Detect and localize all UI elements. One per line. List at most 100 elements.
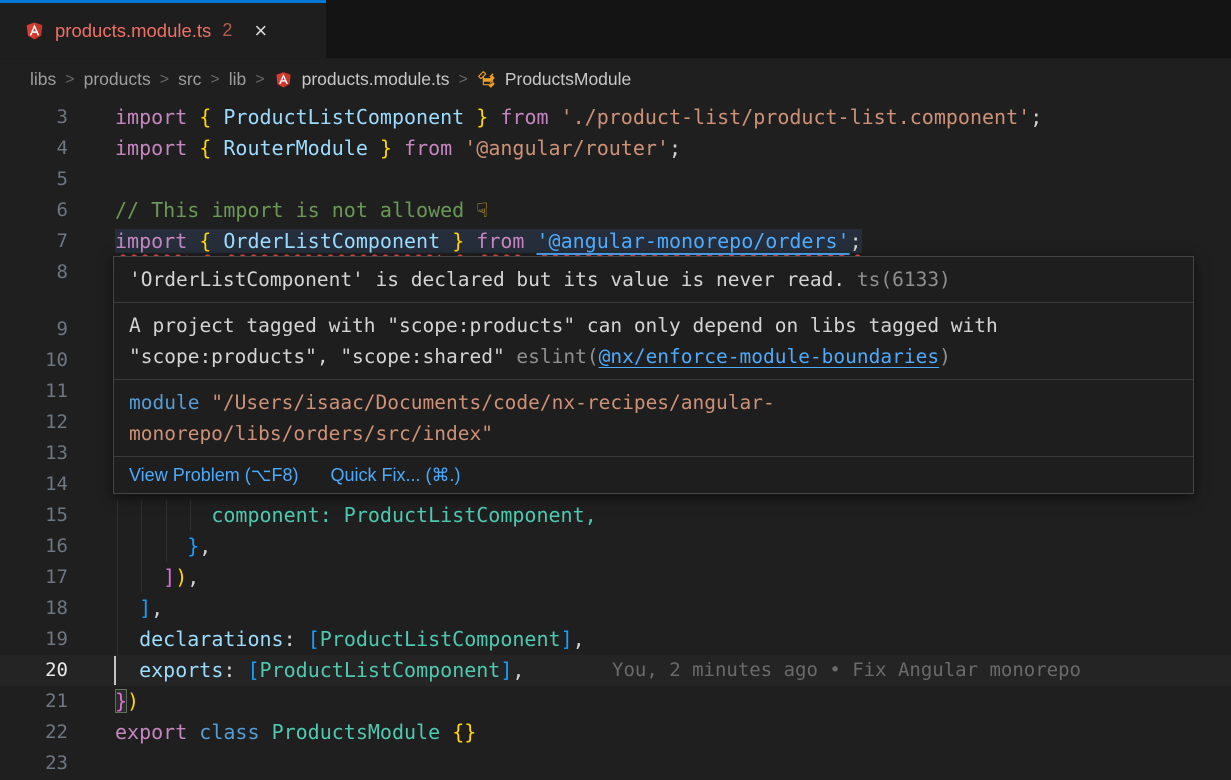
code-token	[368, 136, 380, 160]
code-line-19[interactable]: 19 declarations: [ProductListComponent],	[0, 624, 1231, 655]
code-token: ]	[163, 565, 175, 589]
line-number: 16	[0, 531, 68, 562]
angular-icon	[274, 70, 293, 89]
code-text: import { RouterModule } from '@angular/r…	[115, 133, 681, 164]
breadcrumb-src[interactable]: src	[178, 69, 201, 90]
quick-fix-action[interactable]: Quick Fix... (⌘.)	[330, 460, 460, 490]
code-line-6[interactable]: 6// This import is not allowed ☟	[0, 195, 1231, 226]
chevron-right-icon: >	[65, 71, 74, 89]
code-text: exports: [ProductListComponent],	[115, 655, 524, 686]
code-token: )	[127, 689, 139, 713]
code-line-15[interactable]: 15 component: ProductListComponent,	[0, 500, 1231, 531]
code-text: component: ProductListComponent,	[115, 500, 597, 531]
code-token: import	[115, 136, 187, 160]
chevron-right-icon: >	[255, 71, 264, 89]
code-token: :	[284, 627, 308, 651]
code-token: ☟	[476, 198, 488, 222]
tab-products-module[interactable]: products.module.ts 2 ×	[0, 0, 326, 58]
error-underlined-statement[interactable]: import { OrderListComponent } from '@ang…	[115, 229, 862, 253]
code-text: })	[115, 686, 139, 717]
line-number: 12	[0, 407, 68, 438]
code-line-18[interactable]: 18 ],	[0, 593, 1231, 624]
class-symbol-icon	[477, 70, 496, 89]
code-line-3[interactable]: 3 import { ProductListComponent } from '.…	[0, 102, 1231, 133]
breadcrumb-file[interactable]: products.module.ts	[302, 69, 450, 90]
hover-message-line: monorepo/libs/orders/src/index"	[129, 418, 1178, 449]
line-number: 18	[0, 593, 68, 624]
module-path-link[interactable]: '@angular-monorepo/orders'	[537, 229, 850, 253]
code-token: )	[175, 565, 187, 589]
line-number: 9	[0, 314, 68, 345]
code-token: exports	[139, 658, 223, 682]
code-token: ]	[561, 627, 573, 651]
code-line-5[interactable]: 5	[0, 164, 1231, 195]
code-token: :	[223, 658, 247, 682]
hover-action-bar: View Problem (⌥F8) Quick Fix... (⌘.)	[114, 457, 1193, 493]
breadcrumb-libs[interactable]: libs	[30, 69, 56, 90]
code-line-7[interactable]: 7import { OrderListComponent } from '@an…	[0, 226, 1231, 257]
eslint-rule-link[interactable]: @nx/enforce-module-boundaries	[599, 345, 939, 368]
code-token: }	[187, 534, 199, 558]
breadcrumb-symbol[interactable]: ProductsModule	[505, 69, 631, 90]
code-token: '@angular/router'	[464, 136, 669, 160]
code-token: [	[308, 627, 320, 651]
code-token: {	[199, 105, 211, 129]
code-token	[211, 136, 223, 160]
line-number: 5	[0, 164, 68, 195]
code-line-22[interactable]: 22export class ProductsModule {}	[0, 717, 1231, 748]
code-token	[187, 229, 199, 253]
code-token: {	[199, 229, 211, 253]
line-number: 21	[0, 686, 68, 717]
line-number: 15	[0, 500, 68, 531]
code-token: [	[247, 658, 259, 682]
code-token: import	[115, 105, 187, 129]
line-number: 17	[0, 562, 68, 593]
code-token: ]	[500, 658, 512, 682]
code-token	[187, 105, 199, 129]
line-number: 3	[0, 102, 68, 133]
code-text: declarations: [ProductListComponent],	[115, 624, 585, 655]
code-token: ts(6133)	[845, 268, 951, 291]
code-token: component:	[211, 503, 331, 527]
code-token	[549, 105, 561, 129]
code-token	[115, 627, 139, 651]
breadcrumb-products[interactable]: products	[84, 69, 151, 90]
line-number: 20	[0, 655, 68, 686]
code-token: eslint(	[516, 345, 598, 368]
code-token: // This import is not allowed	[115, 198, 476, 222]
code-token: import	[115, 229, 187, 253]
hover-message-1: 'OrderListComponent' is declared but its…	[114, 257, 1193, 303]
code-text: import { ProductListComponent } from './…	[115, 102, 1042, 133]
close-icon[interactable]: ×	[254, 20, 267, 42]
code-token	[115, 503, 211, 527]
code-token: }	[452, 229, 464, 253]
code-token: ;	[669, 136, 681, 160]
code-editor[interactable]: 3 import { ProductListComponent } from '.…	[0, 100, 1231, 780]
code-token	[115, 596, 139, 620]
code-token: ]	[139, 596, 151, 620]
code-line-20[interactable]: 20 exports: [ProductListComponent],You, …	[0, 655, 1231, 686]
code-token	[211, 105, 223, 129]
line-number: 4	[0, 133, 68, 164]
breadcrumb-lib[interactable]: lib	[229, 69, 247, 90]
code-line-21[interactable]: 21})	[0, 686, 1231, 717]
line-number: 10	[0, 345, 68, 376]
chevron-right-icon: >	[210, 71, 219, 89]
code-token: ,	[512, 658, 524, 682]
code-token: ,	[199, 534, 211, 558]
code-token	[115, 534, 187, 558]
code-line-17[interactable]: 17 ]),	[0, 562, 1231, 593]
code-line-4[interactable]: 4 import { RouterModule } from '@angular/…	[0, 133, 1231, 164]
code-text: export class ProductsModule {}	[115, 717, 476, 748]
code-token: ,	[187, 565, 199, 589]
code-text: import { OrderListComponent } from '@ang…	[115, 226, 862, 257]
code-token: ProductListComponent	[260, 658, 501, 682]
code-token: "/Users/isaac/Documents/code/nx-recipes/…	[211, 391, 775, 414]
code-token: 'OrderListComponent' is declared but its…	[129, 268, 845, 291]
view-problem-action[interactable]: View Problem (⌥F8)	[129, 460, 298, 490]
code-line-16[interactable]: 16 },	[0, 531, 1231, 562]
hover-message-line: module "/Users/isaac/Documents/code/nx-r…	[129, 387, 1178, 418]
code-token	[464, 105, 476, 129]
code-token: OrderListComponent	[223, 229, 440, 253]
code-line-23[interactable]: 23	[0, 748, 1231, 779]
